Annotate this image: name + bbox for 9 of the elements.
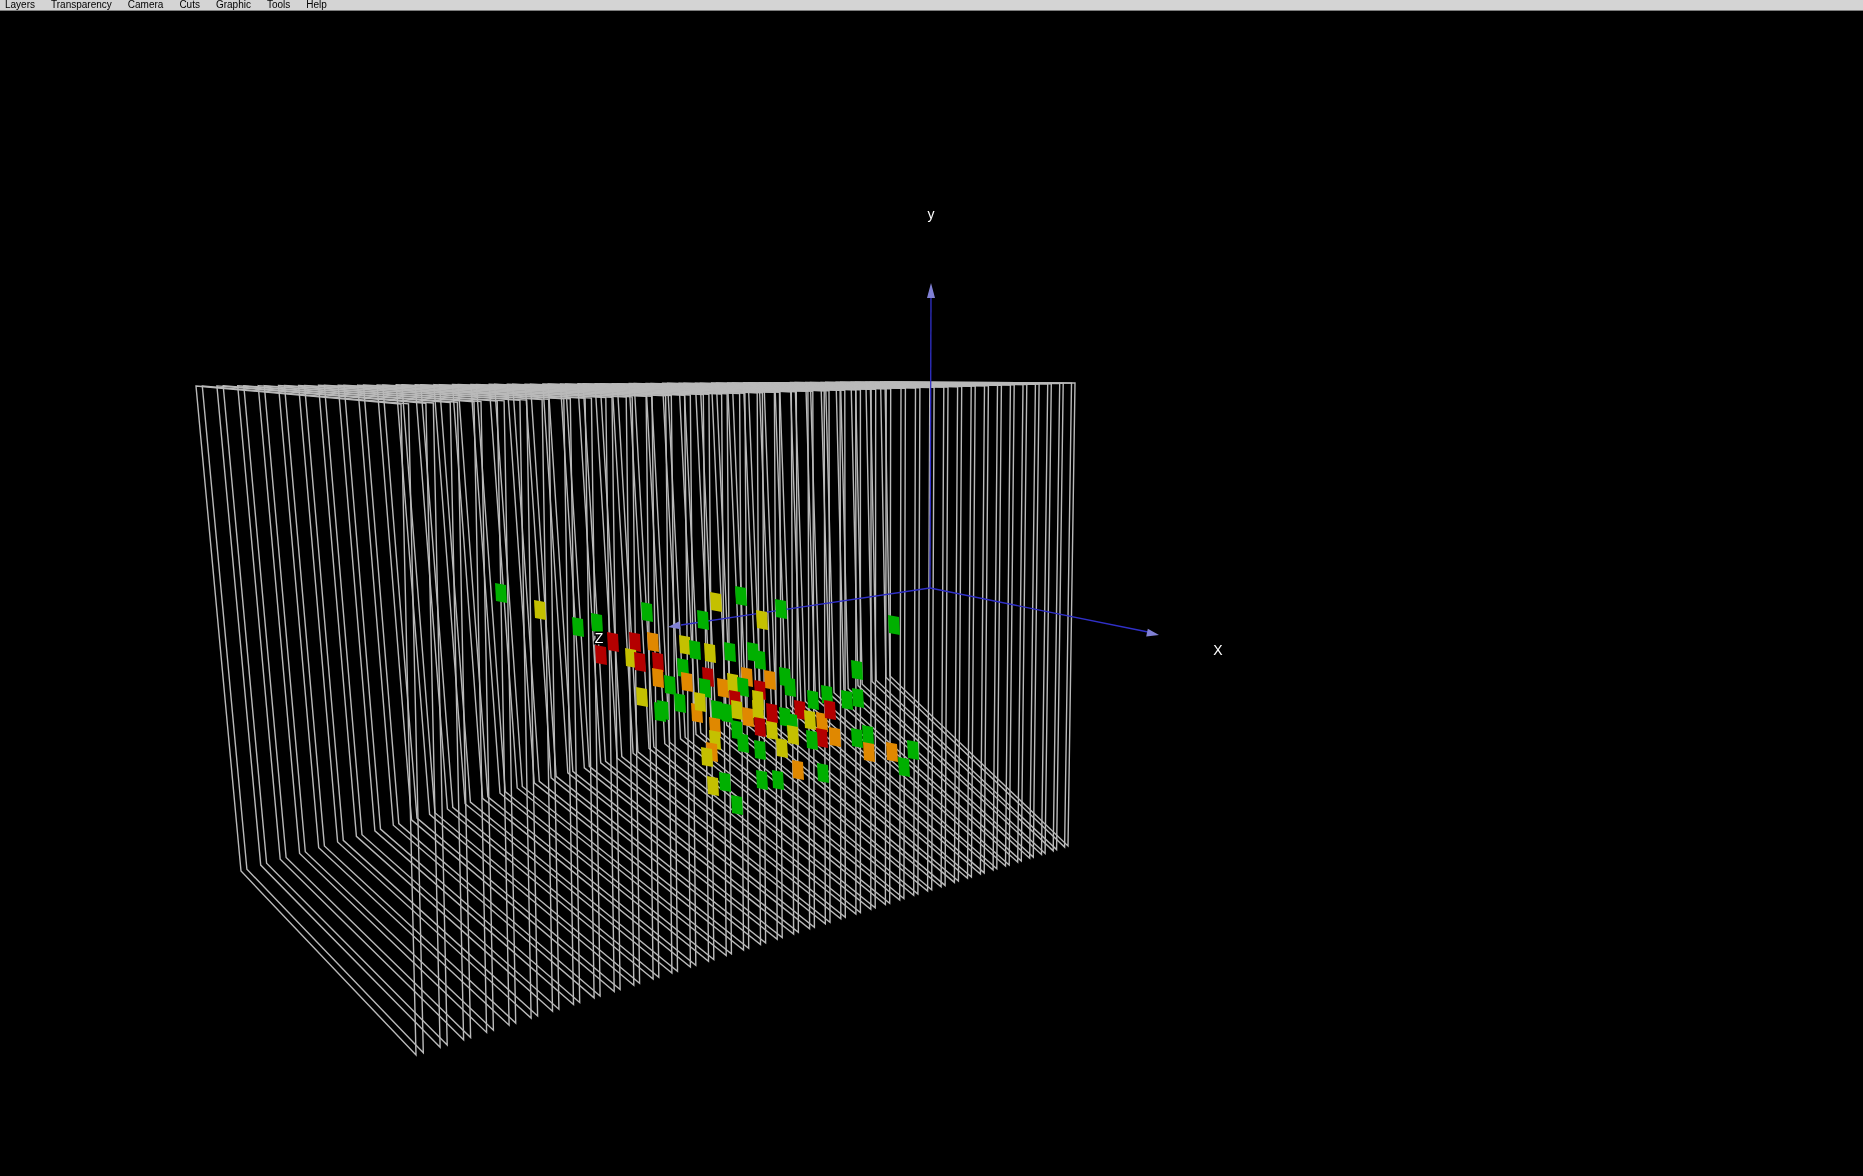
menu-item[interactable]: Layers bbox=[5, 0, 35, 10]
menu-item[interactable]: Transparency bbox=[51, 0, 112, 10]
axis-label: X bbox=[1213, 642, 1223, 658]
menu-item[interactable]: Help bbox=[306, 0, 327, 10]
axis-label: y bbox=[927, 206, 935, 222]
menu-item[interactable]: Graphic bbox=[215, 0, 251, 10]
menu-item[interactable]: Camera bbox=[127, 0, 164, 10]
menu-item[interactable]: Tools bbox=[266, 0, 291, 10]
menu-item[interactable]: Cuts bbox=[179, 0, 200, 10]
